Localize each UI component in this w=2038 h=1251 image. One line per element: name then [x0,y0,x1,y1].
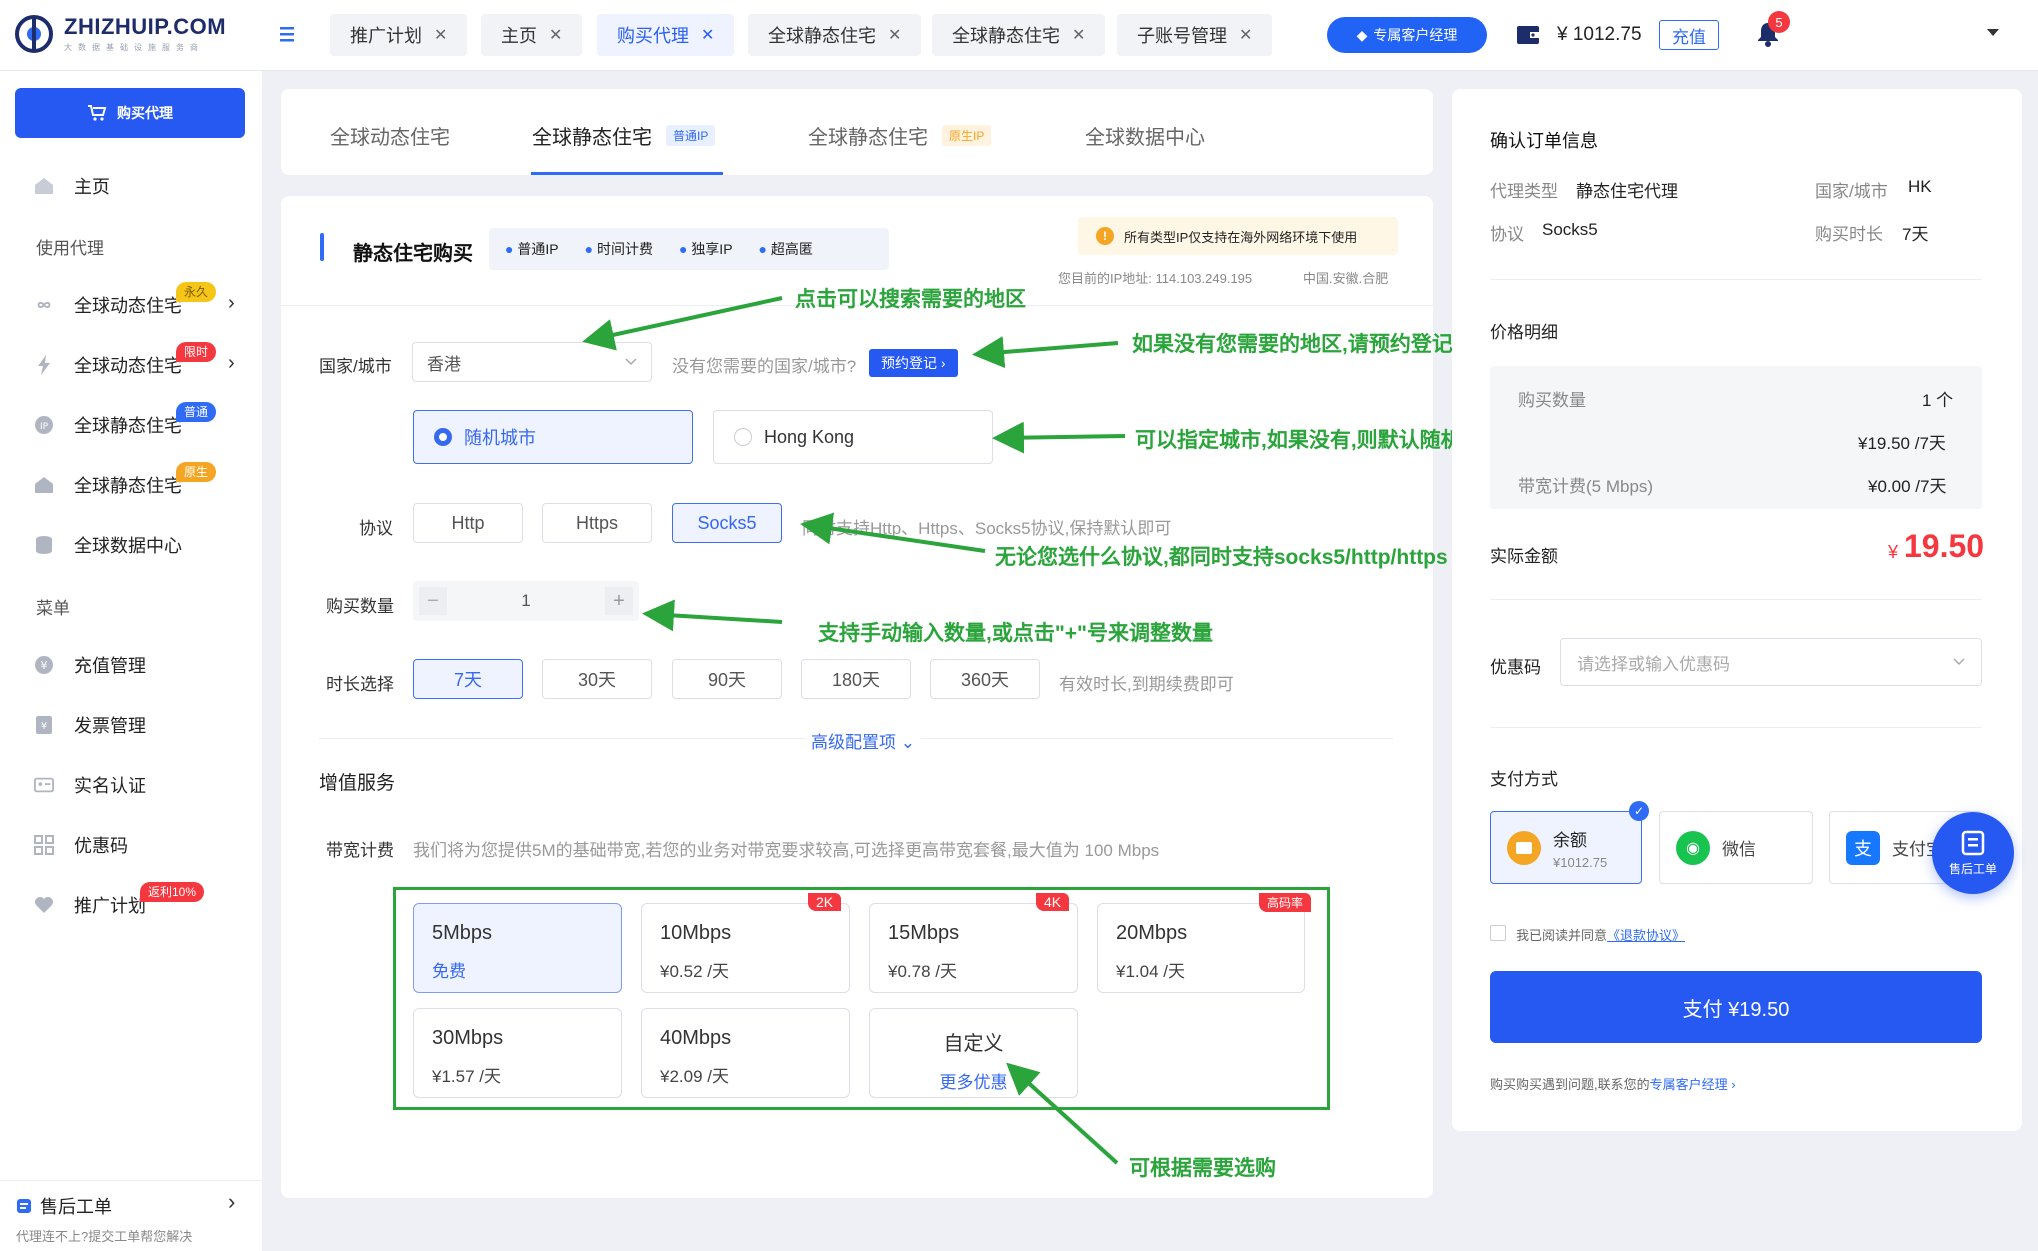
selected-check-icon: ✓ [1629,801,1649,821]
float-ticket-button[interactable]: 售后工单 [1932,812,2014,894]
agree-text: 我已阅读并同意《退款协议》 [1516,925,1685,944]
order-protocol-value: Socks5 [1542,220,1598,239]
price-bw-value: ¥0.00 /7天 [1868,477,1947,496]
annotation-search-region: 点击可以搜索需要的地区 [795,288,1026,311]
ticket-icon [1961,830,1985,855]
pay-title: 支付方式 [1490,770,1558,789]
chevron-down-icon [1953,658,1965,666]
order-type-label: 代理类型 [1490,182,1558,201]
price-bw-label: 带宽计费(5 Mbps) [1518,477,1654,496]
help-text: 购买购买遇到问题,联系您的专属客户经理 › [1490,1074,1736,1093]
alipay-icon: 支 [1846,830,1880,865]
pay-wechat-option[interactable]: ◉ 微信 [1659,811,1813,884]
order-country-value: HK [1908,177,1932,196]
price-qty-label: 购买数量 [1518,391,1586,410]
annotation-bandwidth: 可根据需要选购 [1129,1157,1276,1180]
total-currency: ¥ [1888,542,1899,562]
order-duration-label: 购买时长 [1815,225,1883,244]
order-divider [1490,279,1982,280]
annotation-quantity: 支持手动输入数量,或点击"+"号来调整数量 [818,622,1214,645]
price-title: 价格明细 [1490,323,1558,342]
float-ticket-label: 售后工单 [1948,861,1997,876]
account-manager-link[interactable]: 专属客户经理 › [1650,1077,1736,1092]
order-divider [1490,599,1982,600]
total-label: 实际金额 [1490,547,1558,566]
agree-label: 我已阅读并同意 [1516,928,1608,943]
coupon-label: 优惠码 [1490,658,1541,677]
wechat-icon: ◉ [1676,830,1710,865]
refund-agreement-link[interactable]: 《退款协议》 [1607,928,1685,943]
coupon-select[interactable]: 请选择或输入优惠码 [1560,638,1982,686]
annotation-protocol: 无论您选什么协议,都同时支持socks5/http/https [995,546,1448,569]
order-duration-value: 7天 [1902,225,1929,244]
price-unit-value: ¥19.50 /7天 [1858,434,1946,453]
coupon-placeholder: 请选择或输入优惠码 [1577,654,1730,674]
help-label: 购买购买遇到问题,联系您的 [1490,1077,1650,1092]
order-country-label: 国家/城市 [1815,182,1888,201]
order-divider [1490,727,1982,728]
annotation-city: 可以指定城市,如果没有,则默认随机城市 [1135,429,1504,452]
order-title: 确认订单信息 [1490,131,1598,151]
order-protocol-label: 协议 [1490,225,1524,244]
pay-sub: ¥1012.75 [1553,854,1608,870]
pay-label: 余额 [1553,830,1587,850]
pay-balance-option[interactable]: 余额 ¥1012.75 [1490,811,1642,884]
price-qty-value: 1 个 [1922,391,1954,410]
wallet-icon [1507,830,1541,865]
agree-checkbox[interactable] [1490,925,1506,941]
pay-label: 微信 [1722,840,1756,859]
order-type-value: 静态住宅代理 [1576,182,1678,201]
pay-button[interactable]: 支付 ¥19.50 [1490,971,1982,1043]
total-amount: 19.50 [1904,528,1985,564]
